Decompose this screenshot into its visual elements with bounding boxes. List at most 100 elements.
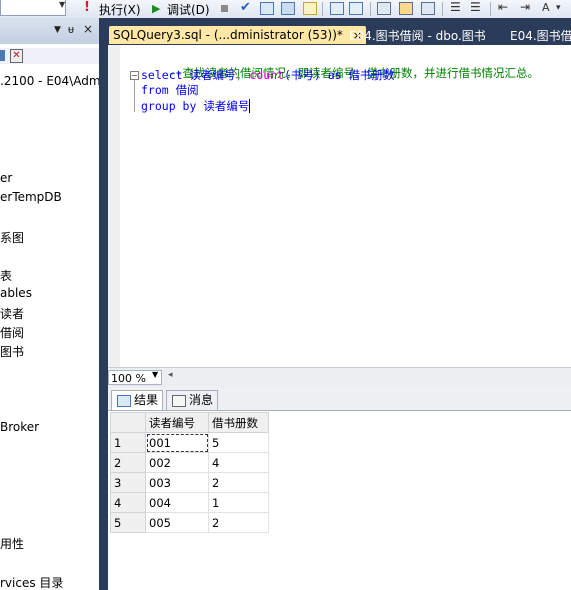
toolbar-separator	[442, 2, 443, 16]
cell-reader-id[interactable]: 004	[145, 492, 209, 513]
grid-corner[interactable]	[110, 412, 146, 433]
table-row: 4 004 1	[110, 492, 269, 513]
tree-item-table-books[interactable]: 图书	[0, 343, 24, 360]
toolbar-separator	[490, 2, 491, 16]
options-icon[interactable]	[303, 2, 317, 15]
cell-reader-id[interactable]: 003	[145, 472, 209, 493]
object-explorer-header: ▼ ᵾ ×	[0, 18, 99, 44]
grid-icon	[117, 395, 131, 407]
code-line-4: group by 读者编号​	[141, 98, 251, 114]
tab-borrow[interactable]: E04.图书借阅	[510, 27, 571, 45]
tree-item[interactable]: 用性	[0, 535, 24, 552]
cell-borrow-count[interactable]: 2	[208, 512, 269, 533]
table-row: 3 003 2	[110, 472, 269, 493]
tab-results[interactable]: 结果	[111, 390, 164, 410]
collapse-icon[interactable]: −	[130, 71, 139, 80]
scroll-left-icon[interactable]: ◂	[168, 370, 173, 380]
results-text-icon[interactable]	[377, 2, 391, 15]
disconnect-icon[interactable]: ✕	[10, 49, 23, 63]
pin-icon[interactable]: ᵾ	[68, 23, 74, 36]
chevron-down-icon[interactable]: ▼	[152, 370, 158, 379]
tree-item-table-borrow[interactable]: 借阅	[0, 324, 24, 341]
table-row: 1 001 5	[110, 432, 269, 453]
column-header-borrow-count[interactable]: 借书册数	[208, 412, 269, 433]
row-number[interactable]: 1	[110, 432, 146, 453]
cell-borrow-count[interactable]: 1	[208, 492, 269, 513]
object-explorer: ▼ ᵾ × ✕ .2100 - E04\Admir er erTempDB 系图…	[0, 18, 99, 590]
cell-reader-id[interactable]: 001	[145, 432, 209, 453]
tab-results-label: 结果	[134, 393, 159, 407]
document-tab-bar: SQLQuery3.sql - (...dministrator (53))* …	[108, 18, 571, 45]
tab-label: SQLQuery3.sql - (...dministrator (53))*	[113, 28, 343, 42]
tree-item[interactable]: rvices 目录	[0, 574, 63, 590]
actual-plan-icon[interactable]	[349, 2, 363, 15]
tab-messages-label: 消息	[189, 393, 214, 407]
code-identifier: 读者编号	[182, 68, 236, 82]
tree-item-server[interactable]: .2100 - E04\Admir	[0, 74, 99, 88]
cell-reader-id[interactable]: 002	[145, 452, 209, 473]
increase-indent-icon[interactable]: ⇥	[520, 0, 534, 14]
cell-reader-id[interactable]: 005	[145, 512, 209, 533]
execute-button[interactable]: 执行(X)	[99, 1, 141, 18]
editor-margin	[108, 45, 120, 367]
column-header-reader-id[interactable]: 读者编号	[145, 412, 209, 433]
code-line-3: from 借阅	[141, 82, 199, 98]
tree-item[interactable]: er	[0, 171, 12, 185]
play-icon[interactable]: ▶	[152, 2, 166, 15]
row-number[interactable]: 2	[110, 452, 146, 473]
row-number[interactable]: 5	[110, 512, 146, 533]
results-grid: 读者编号 借书册数 1 001 5 2 002 4 3 003 2 4 004 …	[110, 412, 269, 533]
code-function: count	[242, 68, 284, 82]
object-explorer-toolbar: ✕	[0, 48, 99, 64]
results-file-icon[interactable]	[421, 2, 435, 15]
code-keyword: select	[141, 68, 183, 82]
code-identifier: 读者编号	[196, 99, 250, 113]
tree-item[interactable]: Broker	[0, 420, 39, 434]
tab-messages[interactable]: 消息	[166, 390, 219, 410]
row-number[interactable]: 3	[110, 472, 146, 493]
toolbar-overflow-icon[interactable]: ▾	[556, 3, 570, 16]
code-identifier: 借书册数	[341, 68, 395, 82]
code-argument: (书号)	[283, 68, 321, 82]
toolbar-separator	[370, 2, 371, 16]
code-keyword: as	[320, 68, 342, 82]
results-grid-icon[interactable]	[399, 2, 413, 15]
message-icon	[172, 395, 186, 407]
cell-borrow-count[interactable]: 5	[208, 432, 269, 453]
database-combo[interactable]: ▼	[0, 0, 66, 16]
tree-item[interactable]: ables	[0, 286, 32, 300]
tree-item-table-readers[interactable]: 读者	[0, 305, 24, 322]
connect-icon[interactable]	[0, 50, 5, 61]
tree-item[interactable]: erTempDB	[0, 190, 62, 204]
comment-lines-icon[interactable]: ☰	[450, 0, 464, 14]
close-icon[interactable]: ×	[83, 22, 93, 36]
tab-sqlquery3[interactable]: SQLQuery3.sql - (...dministrator (53))* …	[109, 26, 366, 44]
code-line-2: select 读者编号, count(书号) as 借书册数	[141, 67, 395, 83]
client-stats-icon[interactable]	[330, 2, 344, 15]
chevron-down-icon[interactable]: ▼	[59, 0, 65, 9]
query-designer-icon[interactable]	[281, 2, 295, 15]
cell-borrow-count[interactable]: 2	[208, 472, 269, 493]
fold-guide	[134, 80, 135, 112]
tab-table-books[interactable]: E04.图书借阅 - dbo.图书	[349, 27, 486, 45]
stop-icon[interactable]	[221, 5, 228, 12]
tree-item[interactable]: 系图	[0, 229, 24, 246]
cell-borrow-count[interactable]: 4	[208, 452, 269, 473]
editor-status-strip: 100 % ▼ ◂	[108, 367, 571, 389]
query-editor[interactable]: − --查找读者的借阅情况，即读者编号、借书册数，并进行借书情况汇总。 sele…	[108, 45, 571, 367]
tree-item[interactable]: 表	[0, 267, 12, 284]
decrease-indent-icon[interactable]: ⇤	[498, 0, 512, 14]
exclamation-icon: !	[84, 0, 90, 15]
pin-dropdown-icon[interactable]: ▼	[54, 25, 61, 35]
grid-header-row: 读者编号 借书册数	[110, 412, 269, 433]
row-number[interactable]: 4	[110, 492, 146, 513]
debug-button[interactable]: 调试(D)	[167, 1, 210, 18]
specify-values-icon[interactable]: A	[542, 1, 556, 14]
parse-check-icon[interactable]: ✔	[240, 0, 254, 15]
text-cursor: ​	[249, 99, 251, 113]
toolbar: ▼ ! 执行(X) ▶ 调试(D) ✔ ☰ ☰ ⇤ ⇥ A ▾	[0, 0, 571, 19]
code-keyword: from	[141, 83, 169, 97]
toolbar-separator	[322, 2, 323, 16]
uncomment-lines-icon[interactable]: ☰	[470, 0, 484, 14]
display-plan-icon[interactable]	[260, 2, 274, 15]
